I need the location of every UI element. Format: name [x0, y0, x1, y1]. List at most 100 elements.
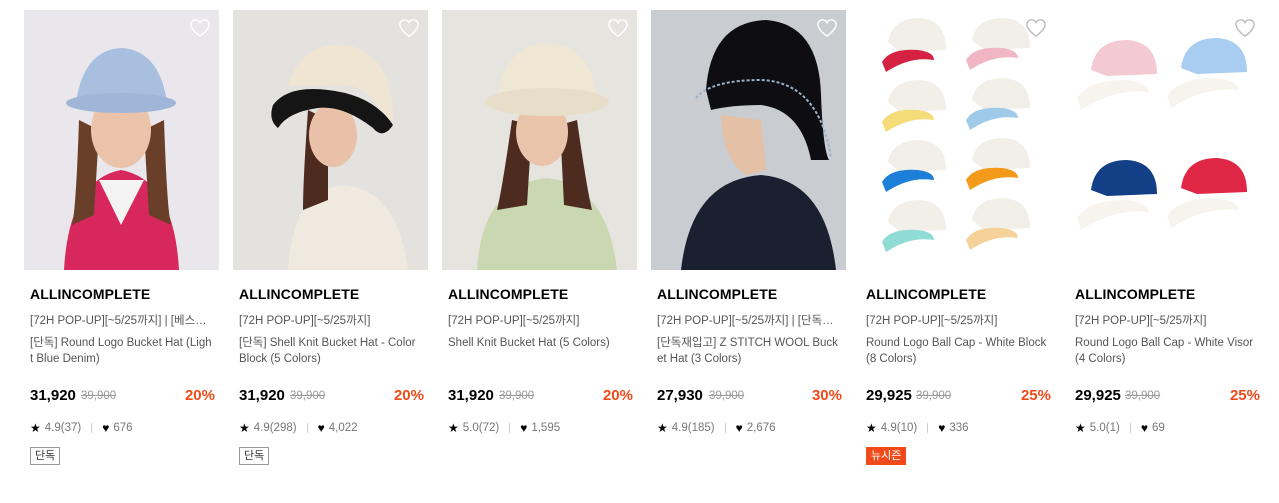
- sale-price: 27,930: [657, 387, 703, 404]
- brand-name[interactable]: ALLINCOMPLETE: [448, 286, 568, 302]
- product-image[interactable]: [1069, 10, 1264, 270]
- rating-value: 4.9(185): [671, 422, 715, 434]
- rating-value: 5.0(72): [462, 422, 500, 434]
- star-icon: ★: [1075, 421, 1086, 435]
- like-count: 69: [1151, 422, 1165, 434]
- exclusive-tag: 단독: [239, 447, 270, 465]
- sale-price: 31,920: [448, 387, 494, 404]
- review-meta: ★ 5.0(1) ♥ 69: [1075, 421, 1165, 435]
- review-meta: ★ 4.9(37) ♥ 676: [30, 421, 133, 435]
- product-image[interactable]: [24, 10, 219, 270]
- product-name[interactable]: [단독] Round Logo Bucket Hat (Light Blue D…: [30, 335, 214, 369]
- product-photo: [442, 10, 637, 270]
- new-season-tag: 뉴시즌: [866, 447, 907, 465]
- heart-filled-icon: ♥: [317, 421, 325, 435]
- product-image[interactable]: [860, 10, 1055, 270]
- heart-filled-icon: ♥: [102, 421, 110, 435]
- discount-rate: 30%: [811, 387, 842, 404]
- rating-value: 5.0(1): [1089, 422, 1120, 434]
- product-image[interactable]: [651, 10, 846, 270]
- wishlist-heart-icon[interactable]: [1234, 18, 1256, 38]
- promo-label: [72H POP-UP][~5/25까지]: [239, 315, 371, 327]
- brand-name[interactable]: ALLINCOMPLETE: [866, 286, 986, 302]
- star-icon: ★: [448, 421, 459, 435]
- wishlist-heart-icon[interactable]: [1025, 18, 1047, 38]
- product-name[interactable]: Round Logo Ball Cap - White Block (8 Col…: [866, 335, 1050, 369]
- product-image[interactable]: [233, 10, 428, 270]
- product-card[interactable]: ALLINCOMPLETE [72H POP-UP][~5/25까지] Shel…: [442, 10, 637, 480]
- product-card[interactable]: ALLINCOMPLETE [72H POP-UP][~5/25까지] [단독]…: [233, 10, 428, 480]
- like-count: 1,595: [531, 422, 561, 434]
- original-price: 39,900: [81, 390, 117, 402]
- divider: [306, 423, 308, 433]
- product-photo: [233, 10, 428, 270]
- like-count: 676: [113, 422, 133, 434]
- review-meta: ★ 4.9(185) ♥ 2,676: [657, 421, 776, 435]
- heart-filled-icon: ♥: [938, 421, 946, 435]
- brand-name[interactable]: ALLINCOMPLETE: [30, 286, 150, 302]
- promo-label: [72H POP-UP][~5/25까지]: [1075, 315, 1207, 327]
- heart-filled-icon: ♥: [520, 421, 528, 435]
- original-price: 39,900: [1125, 390, 1161, 402]
- review-meta: ★ 4.9(298) ♥ 4,022: [239, 421, 358, 435]
- wishlist-heart-icon[interactable]: [189, 18, 211, 38]
- divider: [724, 423, 726, 433]
- wishlist-heart-icon[interactable]: [398, 18, 420, 38]
- product-card[interactable]: ALLINCOMPLETE [72H POP-UP][~5/25까지] Roun…: [1069, 10, 1264, 480]
- product-photo: [860, 10, 1055, 270]
- promo-label: [72H POP-UP][~5/25까지] | [베스트셀러]: [30, 315, 215, 327]
- star-icon: ★: [30, 421, 41, 435]
- brand-name[interactable]: ALLINCOMPLETE: [657, 286, 777, 302]
- promo-label: [72H POP-UP][~5/25까지] | [단독재입고]: [657, 315, 842, 327]
- sale-price: 29,925: [1075, 387, 1121, 404]
- discount-rate: 20%: [602, 387, 633, 404]
- original-price: 39,900: [916, 390, 952, 402]
- original-price: 39,900: [709, 390, 745, 402]
- original-price: 39,900: [499, 390, 535, 402]
- sale-price: 29,925: [866, 387, 912, 404]
- discount-rate: 25%: [1229, 387, 1260, 404]
- wishlist-heart-icon[interactable]: [816, 18, 838, 38]
- product-card[interactable]: ALLINCOMPLETE [72H POP-UP][~5/25까지] | [단…: [651, 10, 846, 480]
- original-price: 39,900: [290, 390, 326, 402]
- like-count: 336: [949, 422, 969, 434]
- brand-name[interactable]: ALLINCOMPLETE: [239, 286, 359, 302]
- product-card[interactable]: ALLINCOMPLETE [72H POP-UP][~5/25까지] Roun…: [860, 10, 1055, 480]
- product-image[interactable]: [442, 10, 637, 270]
- rating-value: 4.9(10): [880, 422, 918, 434]
- product-grid: ALLINCOMPLETE [72H POP-UP][~5/25까지] | [베…: [24, 10, 1274, 490]
- review-meta: ★ 5.0(72) ♥ 1,595: [448, 421, 560, 435]
- product-name[interactable]: Shell Knit Bucket Hat (5 Colors): [448, 335, 632, 369]
- rating-value: 4.9(298): [253, 422, 297, 434]
- star-icon: ★: [657, 421, 668, 435]
- sale-price: 31,920: [30, 387, 76, 404]
- like-count: 2,676: [746, 422, 776, 434]
- wishlist-heart-icon[interactable]: [607, 18, 629, 38]
- discount-rate: 20%: [393, 387, 424, 404]
- heart-filled-icon: ♥: [735, 421, 743, 435]
- discount-rate: 20%: [184, 387, 215, 404]
- product-name[interactable]: [단독] Shell Knit Bucket Hat - Color Block…: [239, 335, 423, 369]
- product-name[interactable]: Round Logo Ball Cap - White Visor (4 Col…: [1075, 335, 1259, 369]
- product-photo: [24, 10, 219, 270]
- divider: [927, 423, 929, 433]
- promo-label: [72H POP-UP][~5/25까지]: [448, 315, 580, 327]
- review-meta: ★ 4.9(10) ♥ 336: [866, 421, 969, 435]
- star-icon: ★: [866, 421, 877, 435]
- discount-rate: 25%: [1020, 387, 1051, 404]
- product-name[interactable]: [단독재입고] Z STITCH WOOL Bucket Hat (3 Colo…: [657, 335, 841, 369]
- exclusive-tag: 단독: [30, 447, 61, 465]
- divider: [509, 423, 511, 433]
- star-icon: ★: [239, 421, 250, 435]
- product-card[interactable]: ALLINCOMPLETE [72H POP-UP][~5/25까지] | [베…: [24, 10, 219, 480]
- heart-filled-icon: ♥: [1140, 421, 1148, 435]
- sale-price: 31,920: [239, 387, 285, 404]
- divider: [1129, 423, 1131, 433]
- divider: [91, 423, 93, 433]
- product-photo: [1069, 10, 1264, 270]
- promo-label: [72H POP-UP][~5/25까지]: [866, 315, 998, 327]
- like-count: 4,022: [328, 422, 358, 434]
- brand-name[interactable]: ALLINCOMPLETE: [1075, 286, 1195, 302]
- product-photo: [651, 10, 846, 270]
- rating-value: 4.9(37): [44, 422, 82, 434]
